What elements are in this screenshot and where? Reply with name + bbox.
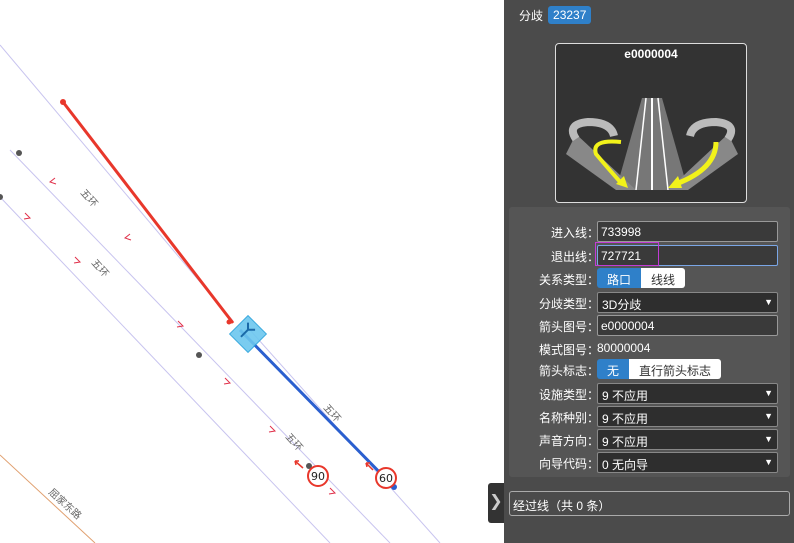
road-node[interactable]: [196, 352, 202, 358]
entry-line-input[interactable]: 733998: [597, 221, 778, 242]
name-kind-row: 名称种别： 9 不应用 ▼: [509, 406, 790, 427]
entry-line-start-node[interactable]: [60, 99, 66, 105]
direction-arrow: [123, 233, 132, 241]
map-svg[interactable]: 五环 五环 五环 五环 屈家东路 90 60: [0, 0, 504, 543]
road-line-secondary: [0, 454, 96, 543]
pattern-code: e0000004: [624, 47, 678, 61]
direction-arrow: [73, 256, 82, 264]
facility-type-row: 设施类型： 9 不应用 ▼: [509, 383, 790, 404]
sound-direction-select[interactable]: 9 不应用 ▼: [597, 429, 778, 450]
road-label: 屈家东路: [46, 486, 84, 522]
id-badge: 23237: [548, 6, 592, 24]
junction-diagram-image: [566, 94, 738, 190]
arrow-flag-toggle: 无 直行箭头标志: [597, 359, 722, 379]
text-selection-highlight: [595, 242, 659, 266]
entry-line-row: 进入线： 733998: [509, 221, 790, 242]
direction-arrow: [23, 212, 32, 220]
direction-arrow: [328, 487, 337, 495]
arrow-code-input[interactable]: e0000004: [597, 315, 778, 336]
map-canvas[interactable]: 五环 五环 五环 五环 屈家东路 90 60: [0, 0, 504, 543]
road-node[interactable]: [16, 150, 22, 156]
name-kind-value: 9 不应用: [602, 412, 649, 426]
relation-type-option-intersection[interactable]: 路口: [597, 268, 642, 288]
speed-limit-value: 90: [311, 470, 325, 483]
guide-code-row: 向导代码： 0 无向导 ▼: [509, 452, 790, 473]
dropdown-arrow-icon: ▼: [764, 434, 773, 444]
dropdown-arrow-icon: ▼: [764, 457, 773, 467]
relation-type-row: 关系类型： 路口 线线: [509, 268, 790, 289]
branch-type-select[interactable]: 3D分歧 ▼: [597, 292, 778, 313]
speed-arrow-icon: [294, 460, 304, 469]
pattern-code-row: 模式图号： 80000004: [509, 338, 790, 359]
exit-line-row: 退出线： 727721: [509, 242, 790, 266]
panel-collapse-button[interactable]: ❯: [488, 483, 504, 523]
arrow-flag-row: 箭头标志： 无 直行箭头标志: [509, 359, 790, 380]
pass-lines-panel[interactable]: 经过线（共 0 条）: [509, 491, 790, 516]
branch-sign-icon[interactable]: [228, 314, 268, 354]
relation-type-toggle: 路口 线线: [597, 268, 686, 288]
guide-code-select[interactable]: 0 无向导 ▼: [597, 452, 778, 473]
dropdown-arrow-icon: ▼: [764, 388, 773, 398]
sound-direction-label: 声音方向：: [538, 434, 599, 448]
entry-line-end-node[interactable]: [226, 319, 232, 325]
branch-pattern-preview[interactable]: e0000004: [555, 43, 747, 203]
road-label: 五环: [78, 188, 100, 210]
branch-type-label: 分歧类型：: [538, 297, 599, 311]
dropdown-arrow-icon: ▼: [764, 297, 773, 307]
arrow-flag-label: 箭头标志：: [538, 364, 599, 378]
exit-line[interactable]: [238, 328, 396, 489]
guide-code-label: 向导代码：: [538, 457, 599, 471]
road-line: [9, 149, 391, 543]
panel-title: 分歧: [519, 8, 544, 23]
branch-type-row: 分歧类型： 3D分歧 ▼: [509, 292, 790, 313]
direction-arrow: [223, 377, 232, 385]
direction-arrow: [48, 177, 57, 185]
arrow-code-label: 箭头图号：: [538, 320, 599, 334]
arrow-code-row: 箭头图号： e0000004: [509, 315, 790, 336]
facility-type-label: 设施类型：: [538, 388, 599, 402]
speed-limit-sign[interactable]: 60: [365, 462, 397, 489]
dropdown-arrow-icon: ▼: [764, 411, 773, 421]
exit-line-label: 退出线：: [550, 250, 599, 264]
arrow-flag-option-straight[interactable]: 直行箭头标志: [629, 359, 722, 379]
relation-type-label: 关系类型：: [538, 273, 599, 287]
branch-form: 进入线： 733998 退出线： 727721 关系类型： 路口 线线 分歧类型…: [509, 207, 790, 477]
chevron-right-icon: ❯: [489, 493, 503, 510]
pattern-code-value: 80000004: [597, 341, 651, 355]
road-label: 五环: [89, 258, 111, 280]
property-panel: 分歧 23237 e0000004 进入线： 733998 退出线： 72772…: [504, 0, 794, 543]
facility-type-select[interactable]: 9 不应用 ▼: [597, 383, 778, 404]
panel-header: 分歧 23237: [519, 5, 592, 25]
direction-arrow: [268, 425, 277, 433]
guide-code-value: 0 无向导: [602, 458, 649, 472]
facility-type-value: 9 不应用: [602, 389, 649, 403]
branch-type-value: 3D分歧: [602, 298, 642, 312]
arrow-flag-option-none[interactable]: 无: [597, 359, 630, 379]
name-kind-select[interactable]: 9 不应用 ▼: [597, 406, 778, 427]
sound-direction-row: 声音方向： 9 不应用 ▼: [509, 429, 790, 450]
name-kind-label: 名称种别：: [538, 411, 599, 425]
sound-direction-value: 9 不应用: [602, 435, 649, 449]
entry-line-label: 进入线：: [550, 226, 599, 240]
relation-type-option-line[interactable]: 线线: [641, 268, 686, 288]
speed-limit-value: 60: [379, 472, 393, 485]
pattern-code-label: 模式图号：: [538, 343, 599, 357]
